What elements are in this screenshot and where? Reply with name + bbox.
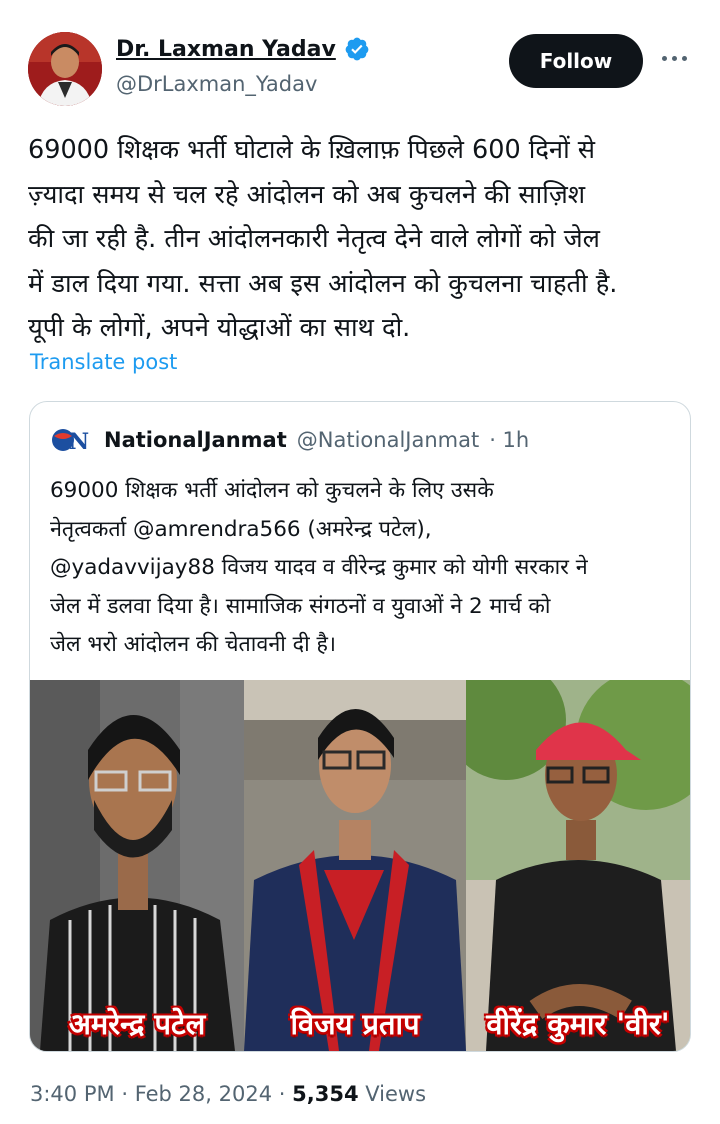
translate-post-link[interactable]: Translate post (30, 350, 177, 374)
image-caption-1: अमरेन्द्र पटेल (68, 1007, 206, 1041)
image-caption-2: विजय प्रताप (290, 1007, 420, 1041)
quoted-post-time: · 1h (489, 428, 530, 452)
views-count[interactable]: 5,354 (292, 1082, 358, 1106)
svg-text:N: N (69, 429, 89, 454)
quoted-author-name: NationalJanmat (104, 428, 287, 452)
quoted-post[interactable]: N NationalJanmat @NationalJanmat · 1h 69… (29, 401, 691, 1052)
separator-dot: · (121, 1082, 128, 1106)
author-handle[interactable]: @DrLaxman_Yadav (116, 72, 317, 96)
post-meta: 3:40 PM · Feb 28, 2024 · 5,354 Views (30, 1082, 426, 1106)
post-text: 69000 शिक्षक भर्ती घोटाले के ख़िलाफ़ पिछ… (28, 135, 618, 343)
post-date[interactable]: Feb 28, 2024 (135, 1082, 272, 1106)
quoted-author-handle: @NationalJanmat (296, 428, 480, 452)
separator-dot: · (278, 1082, 286, 1106)
nationaljanmat-logo-icon: N (52, 429, 89, 454)
avatar[interactable] (28, 32, 102, 106)
follow-button[interactable]: Follow (509, 34, 643, 88)
author-display-name[interactable]: Dr. Laxman Yadav (116, 37, 336, 62)
verified-badge-icon (345, 37, 369, 61)
image-caption-3: वीरेंद्र कुमार 'वीर' (486, 1007, 670, 1041)
more-options-icon[interactable] (654, 46, 694, 70)
post-time[interactable]: 3:40 PM (30, 1082, 115, 1106)
views-label: Views (365, 1082, 427, 1106)
quoted-post-text: 69000 शिक्षक भर्ती आंदोलन को कुचलने के ल… (50, 478, 588, 657)
